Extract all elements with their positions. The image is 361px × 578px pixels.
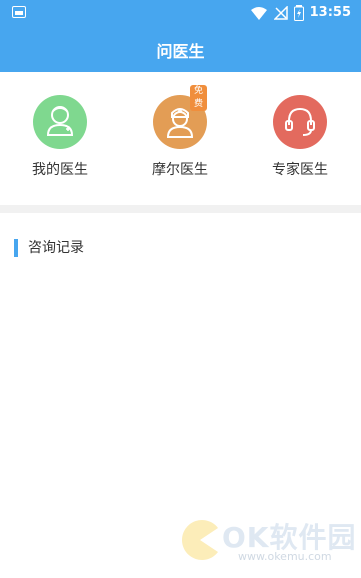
headset-icon xyxy=(273,95,327,149)
my-doctor-button[interactable]: 我的医生 xyxy=(10,92,110,202)
nurse-icon: 免费 xyxy=(153,85,207,149)
my-doctor-label: 我的医生 xyxy=(32,162,88,178)
wifi-icon xyxy=(250,7,267,20)
watermark: OK软件园 www.okemu.com xyxy=(178,512,358,572)
page-title: 问医生 xyxy=(156,42,205,61)
status-time: 13:55 xyxy=(309,5,351,20)
doctor-icon xyxy=(33,95,87,149)
status-bar: 13:55 xyxy=(0,0,361,26)
gallery-icon xyxy=(12,6,26,18)
expert-doctor-button[interactable]: 专家医生 xyxy=(250,92,350,202)
moer-doctor-label: 摩尔医生 xyxy=(152,162,208,178)
shortcut-panel: 我的医生 免费 摩尔医生 专家医生 xyxy=(0,72,361,205)
battery-icon xyxy=(293,5,304,21)
section-title: 咨询记录 xyxy=(14,239,84,257)
watermark-logo-icon xyxy=(182,520,218,560)
expert-doctor-label: 专家医生 xyxy=(272,162,328,178)
section-divider xyxy=(0,205,361,213)
no-signal-icon xyxy=(273,6,288,20)
status-icons: 13:55 xyxy=(250,4,351,22)
app-header: 问医生 xyxy=(0,26,361,72)
watermark-url: www.okemu.com xyxy=(238,550,332,563)
free-badge: 免费 xyxy=(190,85,207,111)
moer-doctor-button[interactable]: 免费 摩尔医生 xyxy=(130,85,230,202)
